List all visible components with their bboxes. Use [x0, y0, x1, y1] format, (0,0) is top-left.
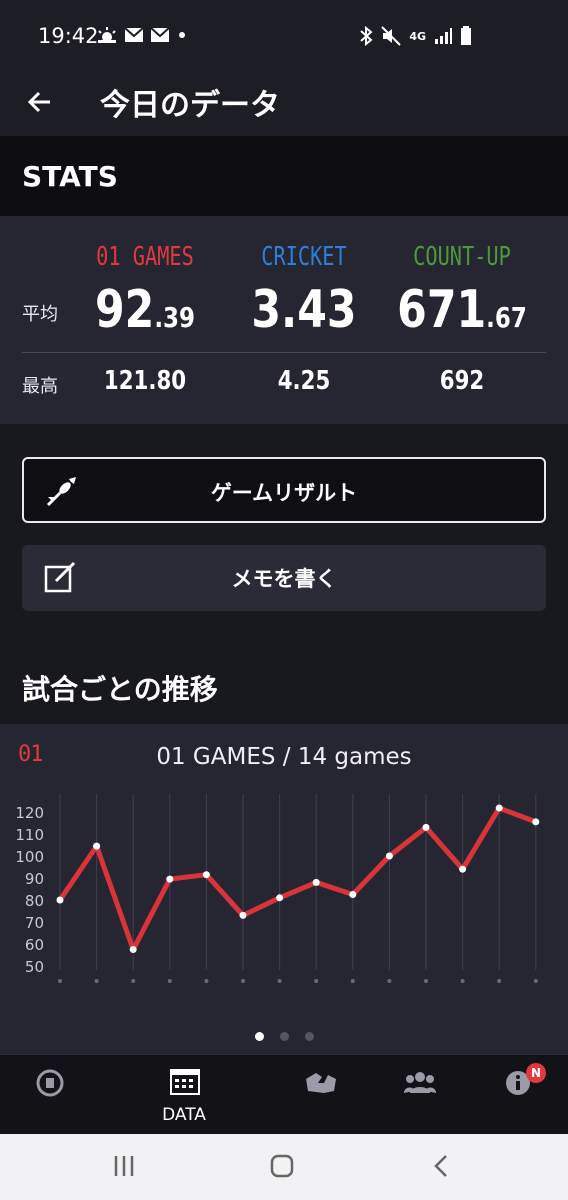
x-tick: [387, 979, 392, 983]
write-memo-button[interactable]: メモを書く: [22, 545, 546, 611]
recent-apps-icon[interactable]: [112, 1154, 136, 1178]
status-time: 19:42: [38, 24, 99, 48]
data-point: [166, 875, 174, 883]
x-tick: [94, 979, 99, 983]
data-icon: [170, 1069, 200, 1095]
y-tick-label: 100: [15, 848, 44, 866]
back-arrow-icon[interactable]: [22, 82, 62, 122]
network-type: 4G: [409, 29, 426, 43]
stats-panel: 01 GAMES CRICKET COUNT-UP 平均 92.39 3.43 …: [0, 216, 568, 424]
nav-data[interactable]: DATA: [134, 1055, 234, 1135]
y-tick-label: 90: [25, 870, 44, 888]
y-tick-label: 110: [15, 826, 44, 844]
data-point: [93, 842, 101, 850]
data-point: [422, 823, 430, 831]
avg-label: 平均: [22, 304, 58, 325]
data-point: [312, 878, 320, 886]
pager-dot[interactable]: [279, 1032, 289, 1041]
col-label-01-games: 01 GAMES: [96, 242, 194, 272]
y-tick-label: 120: [15, 804, 44, 822]
x-tick: [424, 979, 428, 983]
y-tick-label: 50: [25, 958, 44, 976]
trend-heading: 試合ごとの推移: [22, 673, 218, 706]
max-value-count-up: 692: [439, 366, 485, 396]
data-point: [349, 891, 357, 898]
battery-icon: [461, 26, 471, 45]
avg-value-count-up: 671.67: [397, 280, 527, 340]
bluetooth-icon: [360, 26, 373, 46]
mail-icon: [124, 27, 144, 42]
weather-icon: [98, 27, 116, 43]
x-tick: [131, 979, 136, 983]
avg-value-01-games: 92.39: [94, 280, 196, 340]
data-point: [385, 852, 393, 860]
y-tick-label: 60: [25, 936, 44, 954]
notification-badge: N: [526, 1063, 546, 1083]
pager-dot[interactable]: [304, 1032, 314, 1041]
shop-icon: [306, 1073, 336, 1093]
nav-data-label: DATA: [162, 1105, 206, 1125]
chart-pager: [0, 1032, 568, 1044]
data-point: [239, 911, 247, 919]
data-point: [532, 818, 540, 826]
mute-icon: [381, 26, 402, 46]
x-tick: [350, 979, 355, 983]
max-label: 最高: [22, 376, 58, 397]
chart-panel: 01 01 GAMES / 14 games 50 60 70 80 90 100 110 1…: [0, 724, 568, 1054]
stats-divider: [22, 352, 546, 353]
x-tick: [533, 979, 538, 983]
x-tick: [167, 979, 172, 983]
max-value-01-games: 121.80: [103, 366, 187, 396]
home-icon: [36, 1069, 64, 1097]
friends-icon: [404, 1072, 436, 1093]
data-point: [459, 865, 467, 873]
nav-shop[interactable]: [268, 1055, 368, 1135]
nav-info[interactable]: N: [468, 1055, 568, 1135]
col-label-count-up: COUNT-UP: [413, 242, 511, 272]
game-result-label: ゲームリザルト: [210, 481, 358, 505]
app-bar: 今日のデータ: [0, 72, 568, 136]
bottom-nav: DATA N: [0, 1054, 568, 1134]
home-button-icon[interactable]: [270, 1154, 294, 1178]
col-label-cricket: CRICKET: [261, 242, 347, 272]
data-point: [276, 894, 284, 902]
y-tick-label: 80: [25, 892, 44, 910]
x-tick: [460, 979, 465, 983]
x-tick: [241, 979, 245, 983]
stats-heading: STATS: [22, 160, 118, 193]
avg-value-cricket: 3.43: [251, 280, 357, 340]
mail-icon: [150, 27, 170, 42]
data-point: [56, 896, 64, 904]
series-line: [57, 805, 537, 952]
nav-home[interactable]: [0, 1055, 100, 1135]
system-nav-bar: [0, 1134, 568, 1200]
x-tick: [58, 979, 62, 983]
data-point: [129, 946, 137, 953]
signal-icon: [435, 28, 452, 44]
stats-header: STATS: [0, 136, 568, 216]
x-tick: [204, 979, 209, 983]
write-memo-label: メモを書く: [231, 567, 337, 591]
notification-dot-icon: [179, 32, 185, 38]
page-title: 今日のデータ: [100, 88, 280, 123]
data-point: [202, 871, 210, 879]
line-chart: 50 60 70 80 90 100 110 120: [15, 794, 540, 983]
game-result-button[interactable]: ゲームリザルト: [22, 457, 546, 523]
y-tick-label: 70: [25, 914, 44, 932]
x-tick: [497, 979, 502, 983]
status-bar: 19:42 4G: [0, 0, 568, 72]
x-tick: [277, 979, 282, 983]
back-button-icon[interactable]: [430, 1154, 454, 1178]
data-point: [495, 804, 503, 812]
x-tick: [314, 979, 319, 983]
pager-dot[interactable]: [254, 1032, 264, 1041]
nav-friends[interactable]: [368, 1055, 468, 1135]
max-value-cricket: 4.25: [277, 366, 331, 396]
